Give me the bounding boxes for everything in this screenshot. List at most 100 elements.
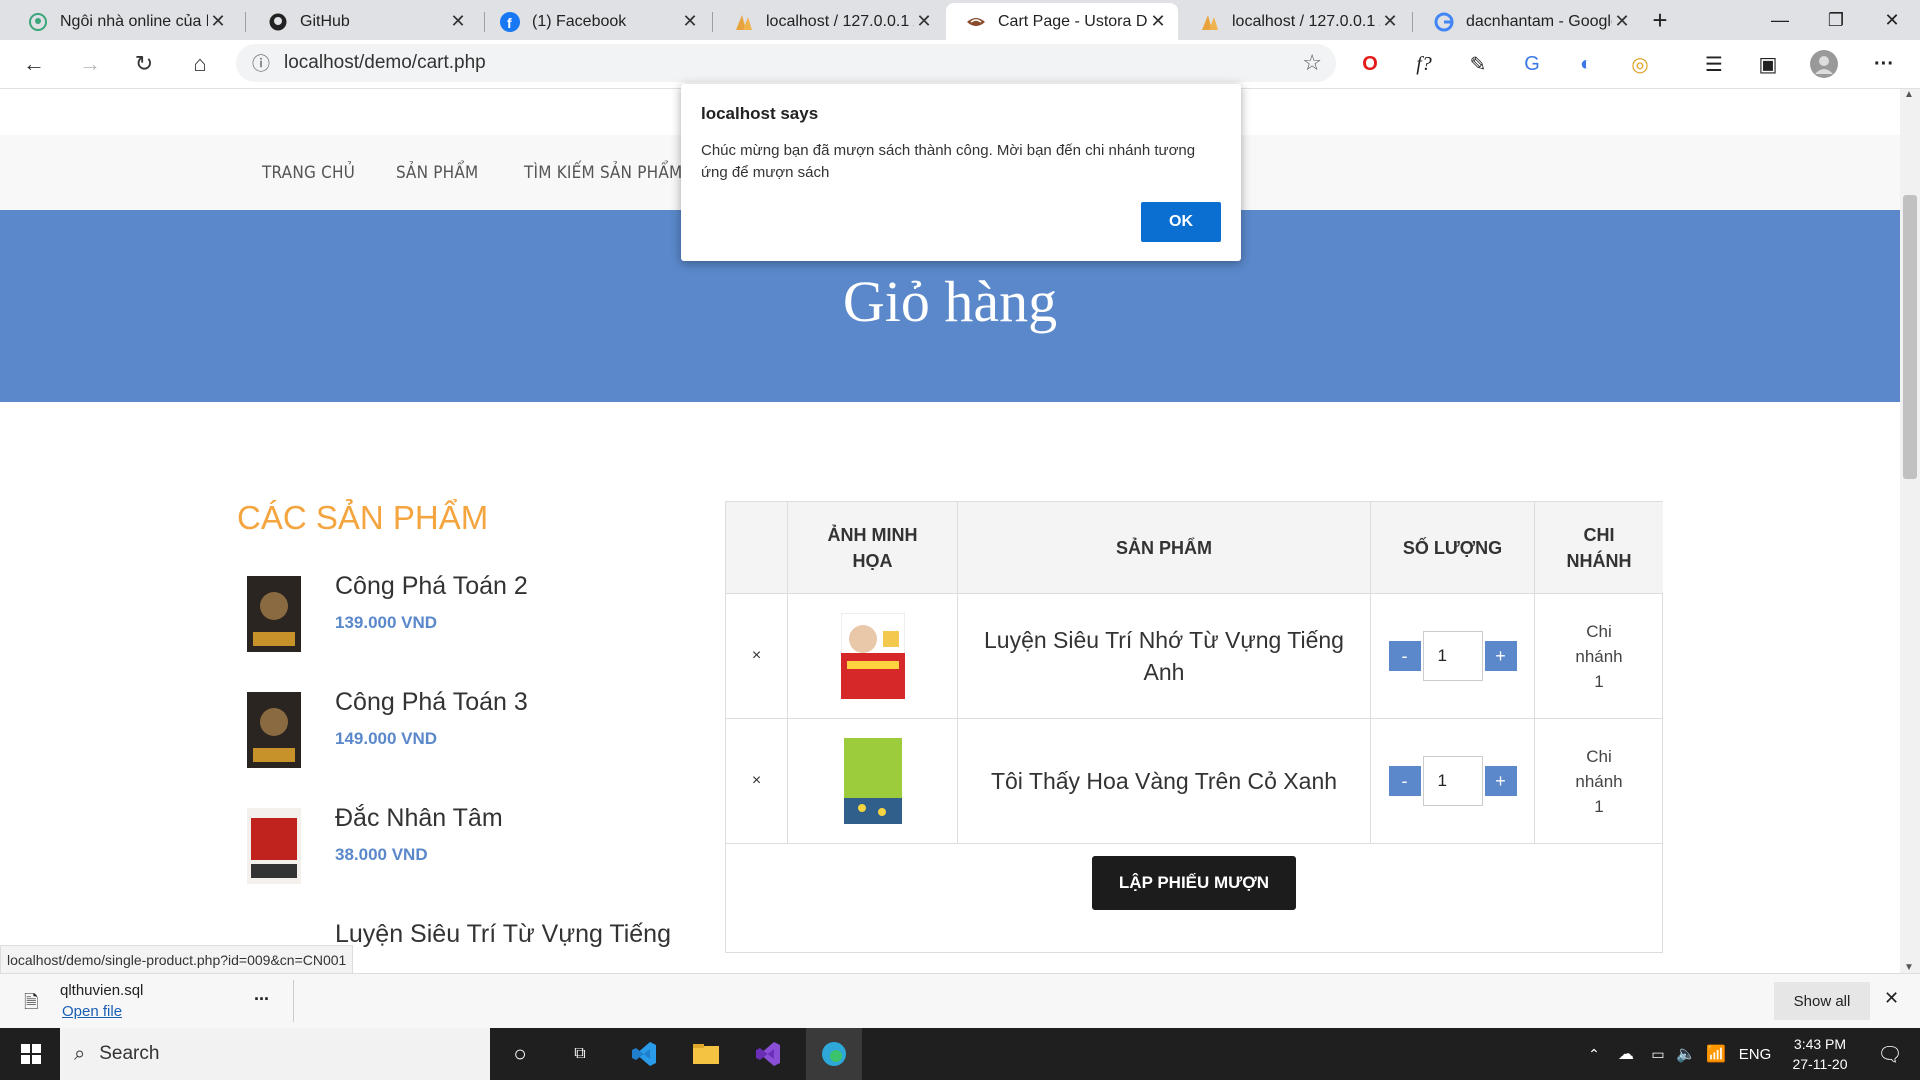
sidebar-product[interactable]: Công Phá Toán 3 149.000 VND (237, 686, 687, 786)
google-icon (1434, 12, 1454, 32)
product-name[interactable]: Công Phá Toán 3 (335, 688, 528, 717)
language-indicator[interactable]: ENG (1736, 1028, 1774, 1080)
product-image-cell (788, 594, 958, 719)
product-name[interactable]: Luyện Siêu Trí Từ Vựng Tiếng (335, 920, 671, 949)
cortana-icon[interactable]: ○ (500, 1028, 540, 1080)
eyedropper-icon[interactable]: ✎ (1462, 48, 1494, 80)
wifi-icon[interactable]: 📶 (1702, 1028, 1730, 1080)
tab-facebook[interactable]: f (1) Facebook ✕ (480, 3, 710, 40)
tab-close-icon[interactable]: ✕ (1612, 11, 1632, 32)
tab-close-icon[interactable]: ✕ (1380, 11, 1400, 32)
show-all-button[interactable]: Show all (1774, 982, 1870, 1020)
scroll-up-icon[interactable]: ▲ (1904, 89, 1914, 100)
open-file-link[interactable]: Open file (62, 1003, 122, 1020)
dialog-ok-button[interactable]: OK (1141, 202, 1221, 242)
page-scrollbar[interactable]: ▲ ▼ (1900, 89, 1920, 973)
tab-ngoi-nha[interactable]: Ngôi nhà online của bạ ✕ (8, 3, 238, 40)
product-image-cell (788, 719, 958, 844)
extension-icon[interactable]: ◎ (1624, 48, 1656, 80)
translate-icon[interactable]: G (1516, 48, 1548, 80)
remove-item-button[interactable]: × (726, 719, 788, 844)
visual-studio-icon[interactable] (744, 1028, 792, 1080)
close-download-bar-icon[interactable]: ✕ (1884, 988, 1899, 1009)
download-more-icon[interactable]: ... (254, 984, 269, 1005)
download-filename[interactable]: qlthuvien.sql (60, 982, 143, 999)
product-image[interactable] (843, 738, 902, 824)
divider (293, 980, 294, 1022)
tab-google[interactable]: dacnhantam - Google ✕ (1414, 3, 1642, 40)
quantity-decrease-button[interactable]: - (1388, 766, 1421, 796)
clock[interactable]: 3:43 PM 27-11-20 (1780, 1028, 1860, 1080)
cart-product-name[interactable]: Luyện Siêu Trí Nhớ Từ Vựng Tiếng Anh (958, 594, 1371, 719)
product-image[interactable] (840, 613, 905, 699)
tab-close-icon[interactable]: ✕ (680, 11, 700, 32)
new-tab-icon[interactable]: + (1640, 0, 1680, 40)
notification-icon[interactable]: 🗨 (1870, 1028, 1910, 1080)
tab-phpmyadmin-1[interactable]: localhost / 127.0.0.1 / c ✕ (714, 3, 944, 40)
restore-icon[interactable]: ❐ (1808, 0, 1864, 40)
product-name[interactable]: Công Phá Toán 2 (335, 572, 528, 601)
nav-search-products[interactable]: TÌM KIẾM SẢN PHẨM (524, 163, 682, 183)
nav-home[interactable]: TRANG CHỦ (262, 163, 355, 183)
collections-icon[interactable]: ▣ (1752, 48, 1784, 80)
tab-close-icon[interactable]: ✕ (208, 11, 228, 32)
more-menu-icon[interactable]: ··· (1868, 48, 1900, 80)
tab-close-icon[interactable]: ✕ (1148, 11, 1168, 32)
tab-close-icon[interactable]: ✕ (914, 11, 934, 32)
edge-icon[interactable] (806, 1028, 862, 1080)
remove-item-button[interactable]: × (726, 594, 788, 719)
windows-start-icon[interactable] (10, 1028, 52, 1080)
minimize-icon[interactable]: — (1752, 0, 1808, 40)
tab-close-icon[interactable]: ✕ (448, 11, 468, 32)
forward-icon[interactable]: → (72, 46, 108, 82)
tab-phpmyadmin-2[interactable]: localhost / 127.0.0.1 / c ✕ (1180, 3, 1410, 40)
alert-dialog: localhost says Chúc mừng bạn đã mượn sác… (681, 84, 1241, 261)
window-close-icon[interactable]: ✕ (1864, 0, 1920, 40)
clock-date: 27-11-20 (1792, 1056, 1848, 1072)
favorite-star-icon[interactable]: ☆ (1302, 50, 1322, 76)
home-icon[interactable]: ⌂ (182, 46, 218, 82)
tab-strip: Ngôi nhà online của bạ ✕ GitHub ✕ f (1) … (0, 0, 1920, 40)
product-thumbnail[interactable] (247, 576, 301, 652)
tab-cart-page[interactable]: Cart Page - Ustora Dem ✕ (946, 3, 1178, 40)
quantity-decrease-button[interactable]: - (1388, 641, 1421, 671)
tray-chevron-icon[interactable]: ⌃ (1582, 1028, 1606, 1080)
favorites-icon[interactable]: ☰ (1698, 48, 1730, 80)
product-thumbnail[interactable] (247, 692, 301, 768)
refresh-icon[interactable]: ↻ (126, 46, 162, 82)
back-icon[interactable]: ← (16, 46, 52, 82)
quantity-stepper: - 1 + (1371, 719, 1535, 844)
product-price: 38.000 VND (335, 845, 428, 864)
quantity-input[interactable]: 1 (1422, 756, 1483, 806)
product-price: 149.000 VND (335, 729, 438, 748)
profile-avatar[interactable] (1808, 48, 1840, 80)
sidebar-product[interactable]: Công Phá Toán 2 139.000 VND (237, 570, 687, 670)
battery-icon[interactable]: ▭ (1644, 1028, 1672, 1080)
tab-github[interactable]: GitHub ✕ (248, 3, 478, 40)
scroll-down-icon[interactable]: ▼ (1904, 962, 1914, 973)
opera-icon[interactable]: O (1354, 48, 1386, 80)
create-loan-slip-button[interactable]: LẬP PHIẾU MƯỢN (1092, 856, 1296, 910)
scrollbar-thumb[interactable] (1903, 195, 1917, 479)
info-icon[interactable]: ⓘ (252, 50, 270, 76)
cart-product-name[interactable]: Tôi Thấy Hoa Vàng Trên Cỏ Xanh (958, 719, 1371, 844)
file-explorer-icon[interactable] (682, 1028, 730, 1080)
quantity-increase-button[interactable]: + (1484, 766, 1517, 796)
quantity-input[interactable]: 1 (1422, 631, 1483, 681)
product-thumbnail[interactable] (247, 808, 301, 884)
task-view-icon[interactable]: ⧉ (560, 1028, 600, 1080)
onedrive-icon[interactable]: ☁ (1612, 1028, 1640, 1080)
product-price: 139.000 VND (335, 613, 438, 632)
taskbar-search[interactable]: ⌕ Search (60, 1028, 490, 1080)
sidebar-product[interactable]: Đắc Nhân Tâm 38.000 VND (237, 802, 687, 902)
vscode-icon[interactable] (620, 1028, 668, 1080)
volume-icon[interactable]: 🔈 (1672, 1028, 1700, 1080)
product-name[interactable]: Đắc Nhân Tâm (335, 804, 503, 833)
quantity-increase-button[interactable]: + (1484, 641, 1517, 671)
download-bar: 🗎 qlthuvien.sql Open file ... Show all ✕ (0, 973, 1920, 1029)
extension-icon[interactable]: ◐ (1570, 48, 1602, 80)
tab-divider (712, 12, 713, 32)
nav-products[interactable]: SẢN PHẨM (396, 163, 478, 183)
address-bar[interactable]: ⓘ localhost/demo/cart.php ☆ (236, 44, 1336, 82)
formula-icon[interactable]: f? (1408, 48, 1440, 80)
